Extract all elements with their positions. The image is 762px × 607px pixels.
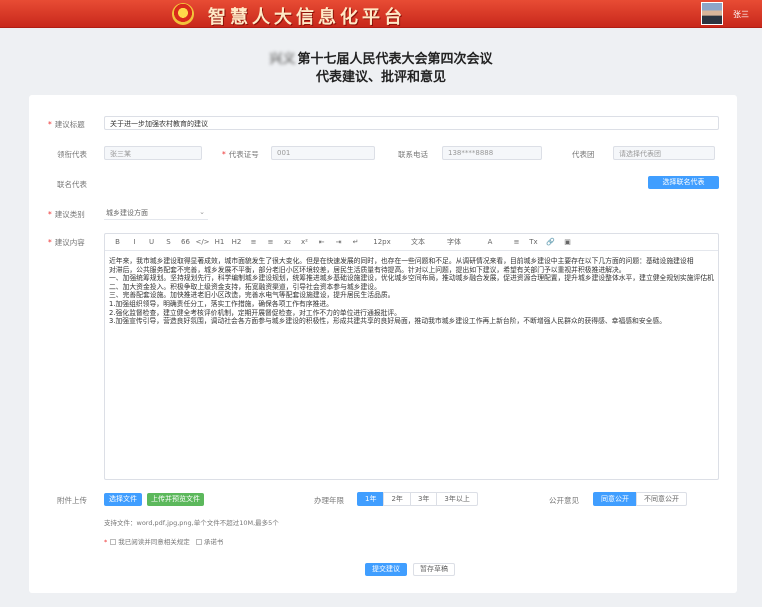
underline-button[interactable]: U (143, 238, 160, 246)
bullet-list-button[interactable]: ≡ (262, 238, 279, 246)
align-button[interactable]: ≡ (508, 238, 525, 246)
coproposer-label: 联名代表 (57, 180, 87, 189)
choose-file-button[interactable]: 选择文件 (104, 493, 142, 506)
italic-button[interactable]: I (126, 238, 143, 246)
delegation-label: 代表团 (572, 150, 595, 159)
attachment-label: 附件上传 (57, 496, 87, 505)
clear-format-button[interactable]: Tx (525, 238, 542, 246)
outdent-button[interactable]: ⇤ (313, 238, 330, 246)
text-color-button[interactable]: A (472, 238, 508, 246)
delegate-no-label: * 代表证号 (222, 150, 259, 159)
title-prefix: 兴义 (269, 52, 296, 67)
user-avatar[interactable] (701, 2, 723, 25)
disclosure-label: 公开意见 (549, 496, 579, 505)
h1-button[interactable]: H1 (211, 238, 228, 246)
editor-content[interactable]: 近年来，我市城乡建设取得显著成效，城市面貌发生了很大变化。但是在快速发展的同时，… (105, 251, 718, 332)
font-family-select[interactable]: 字体 (436, 237, 472, 247)
rich-text-editor[interactable]: B I U S 66 </> H1 H2 ≡ ≡ x₂ x² ⇤ ⇥ ↵ 12p… (104, 233, 719, 480)
ordered-list-button[interactable]: ≡ (245, 238, 262, 246)
suggestion-title-input[interactable]: 关于进一步加强农村教育的建议 (104, 116, 719, 130)
national-emblem-icon (172, 3, 194, 25)
image-icon[interactable]: ▣ (559, 238, 576, 246)
disclosure-option[interactable]: 不同意公开 (636, 492, 687, 506)
disclosure-option[interactable]: 同意公开 (593, 492, 637, 506)
chevron-down-icon: ⌄ (199, 208, 205, 216)
agreement-text[interactable]: 我已阅读并同意相关规定 (118, 538, 190, 546)
delegation-select[interactable]: 请选择代表团 (613, 146, 715, 160)
content-paragraph: 2.强化监督检查，建立健全考核评价机制，定期开展督促检查，对工作不力的单位进行通… (109, 308, 401, 317)
direction-button[interactable]: ↵ (347, 238, 364, 246)
proposer-input[interactable]: 张三某 (104, 146, 202, 160)
content-paragraph: 近年来，我市城乡建设取得显著成效，城市面貌发生了很大变化。但是在快速发展的同时，… (109, 257, 694, 265)
agreement-checkbox[interactable] (110, 539, 117, 545)
category-select[interactable]: 城乡建设方面 ⌄ (104, 206, 208, 220)
code-button[interactable]: </> (194, 238, 211, 246)
content-label: * 建议内容 (48, 238, 85, 247)
handling-option[interactable]: 3年 (409, 492, 438, 506)
handling-option[interactable]: 2年 (383, 492, 411, 506)
handling-years-group: 1年 2年 3年 3年以上 (357, 492, 478, 506)
app-header: 智慧人大信息化平台 张三 (0, 0, 762, 28)
strike-button[interactable]: S (160, 238, 177, 246)
attachment-hint: 支持文件：word,pdf,jpg,png,单个文件不超过10M,最多5个 (104, 519, 279, 527)
agreement-row: * 我已阅读并同意相关规定 承诺书 (104, 538, 224, 546)
content-paragraph: 1.加强组织领导，明确责任分工，落实工作措施，确保各项工作有序推进。 (109, 299, 333, 308)
delegate-no-input[interactable]: 001 (271, 146, 375, 160)
category-label: * 建议类别 (48, 210, 85, 219)
phone-input[interactable]: 138****8888 (442, 146, 542, 160)
page-title: 兴义 第十七届人民代表大会第四次会议 (0, 48, 762, 67)
paragraph-select[interactable]: 文本 (400, 237, 436, 247)
bold-button[interactable]: B (109, 238, 126, 246)
quote-button[interactable]: 66 (177, 238, 194, 246)
commitment-checkbox[interactable] (195, 539, 202, 545)
upload-preview-button[interactable]: 上传并预览文件 (147, 493, 204, 506)
brand-title: 智慧人大信息化平台 (208, 7, 406, 28)
title-line1: 第十七届人民代表大会第四次会议 (297, 52, 493, 67)
phone-label: 联系电话 (398, 150, 428, 159)
content-paragraph: 三、完善配套设施。加快推进老旧小区改造，完善水电气等配套设施建设，提升居民生活品… (109, 291, 395, 300)
indent-button[interactable]: ⇥ (330, 238, 347, 246)
content-paragraph: 一、加强统筹规划。坚持规划先行，科学编制城乡建设规划，统筹推进城乡基础设施建设，… (109, 274, 714, 283)
content-paragraph: 对滞后，公共服务配套不完善，城乡发展不平衡，部分老旧小区环境较差，居民生活质量有… (109, 265, 626, 274)
handling-option[interactable]: 1年 (357, 492, 385, 506)
proposer-label: 领衔代表 (57, 150, 87, 159)
select-coproposer-button[interactable]: 选择联名代表 (648, 176, 719, 189)
handling-years-label: 办理年限 (314, 496, 344, 505)
commitment-text[interactable]: 承诺书 (204, 538, 224, 546)
content-paragraph: 二、加大资金投入。积极争取上级资金支持，拓宽融资渠道，引导社会资本参与城乡建设。 (109, 282, 381, 291)
subscript-button[interactable]: x₂ (279, 238, 296, 246)
superscript-button[interactable]: x² (296, 238, 313, 246)
disclosure-group: 同意公开 不同意公开 (593, 492, 687, 506)
font-size-select[interactable]: 12px (364, 238, 400, 246)
suggestion-title-label: * 建议标题 (48, 120, 85, 129)
handling-option[interactable]: 3年以上 (436, 492, 478, 506)
editor-toolbar: B I U S 66 </> H1 H2 ≡ ≡ x₂ x² ⇤ ⇥ ↵ 12p… (105, 234, 718, 251)
user-name[interactable]: 张三 (733, 9, 749, 20)
link-icon[interactable]: 🔗 (542, 238, 559, 246)
save-draft-button[interactable]: 暂存草稿 (413, 563, 455, 576)
h2-button[interactable]: H2 (228, 238, 245, 246)
page-subtitle: 代表建议、批评和意见 (315, 70, 446, 85)
content-paragraph: 3.加强宣传引导，营造良好氛围，调动社会各方面参与城乡建设的积极性，形成共建共享… (109, 317, 667, 326)
submit-button[interactable]: 提交建议 (365, 563, 407, 576)
